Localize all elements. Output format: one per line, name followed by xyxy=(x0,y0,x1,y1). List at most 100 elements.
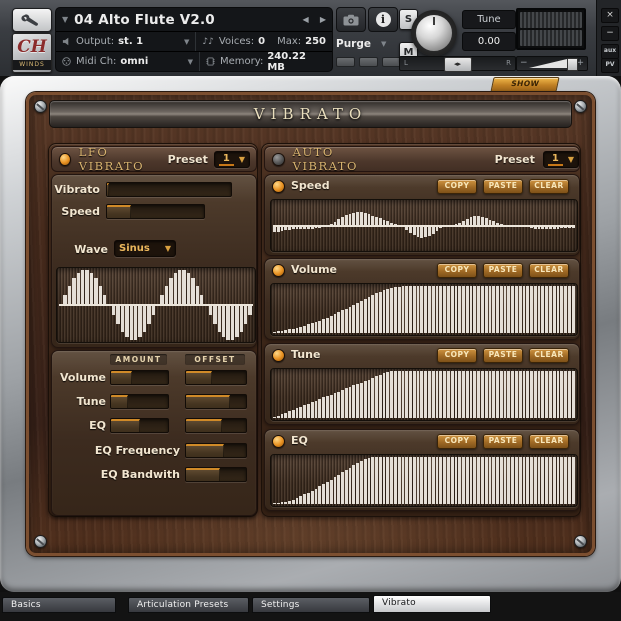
output-select[interactable]: Output: st. 1 ▼ xyxy=(56,32,196,51)
lfo-vibrato-header: LFO VIBRATO Preset 1 ▼ xyxy=(51,146,257,172)
show-values-button[interactable]: SHOW VALUES xyxy=(490,77,559,92)
output-label: Output: xyxy=(76,36,114,47)
midi-value: omni xyxy=(120,56,148,67)
level-meter-right xyxy=(520,30,582,46)
edit-instrument-button[interactable] xyxy=(12,8,52,32)
tab-vibrato[interactable]: Vibrato xyxy=(373,595,491,613)
eq-offset-slider[interactable] xyxy=(185,418,247,433)
lfo-wave-display[interactable] xyxy=(56,267,256,343)
voices-icon: ♪♪ xyxy=(202,37,214,47)
eq-clear-button[interactable]: CLEAR xyxy=(529,434,569,449)
snapshot-camera-button[interactable] xyxy=(336,7,366,32)
pan-left-label: L xyxy=(404,59,408,67)
window-controls-strip: × − aux PV xyxy=(596,0,621,76)
auto-speed-label: Speed xyxy=(291,179,330,192)
tune-value[interactable]: 0.00 xyxy=(462,32,516,51)
tune-paste-button[interactable]: PASTE xyxy=(483,348,523,363)
screw-icon xyxy=(574,535,587,548)
auto-eq-display[interactable] xyxy=(270,454,578,507)
lfo-preset-value: 1 xyxy=(219,153,234,166)
camera-icon xyxy=(343,14,359,26)
page-title: VIBRATO xyxy=(254,105,367,123)
auto-speed-display[interactable] xyxy=(270,199,578,252)
status-segment xyxy=(359,57,378,67)
auto-volume-section: Volume COPY PASTE CLEAR xyxy=(264,258,580,340)
screw-icon xyxy=(34,535,47,548)
lfo-preset-dropdown[interactable]: 1 ▼ xyxy=(214,151,250,168)
auto-speed-led[interactable] xyxy=(272,180,285,193)
auto-eq-label: EQ xyxy=(291,434,308,447)
max-label: Max: xyxy=(277,36,301,47)
tab-basics[interactable]: Basics xyxy=(2,597,116,613)
speed-copy-button[interactable]: COPY xyxy=(437,179,477,194)
pan-slider[interactable]: L R ◂▸ xyxy=(399,56,516,71)
max-voices-value[interactable]: 250 xyxy=(305,36,326,47)
auto-tune-led[interactable] xyxy=(272,349,285,362)
volume-paste-button[interactable]: PASTE xyxy=(483,263,523,278)
info-icon: i xyxy=(376,12,391,27)
output-value: st. 1 xyxy=(118,36,143,47)
minimize-button[interactable]: − xyxy=(601,26,619,41)
tune-copy-button[interactable]: COPY xyxy=(437,348,477,363)
prev-instrument-icon[interactable]: ◀ xyxy=(303,15,309,24)
output-dropdown-icon[interactable]: ▼ xyxy=(184,38,189,46)
auto-speed-section: Speed COPY PASTE CLEAR xyxy=(264,174,580,256)
eq-frequency-offset-slider[interactable] xyxy=(185,443,247,458)
pan-handle[interactable]: ◂▸ xyxy=(444,57,472,72)
pan-right-label: R xyxy=(506,59,511,67)
eq-amount-slider[interactable] xyxy=(110,418,169,433)
midi-dropdown-icon[interactable]: ▼ xyxy=(188,58,193,66)
volume-handle[interactable] xyxy=(567,58,578,71)
volume-clear-button[interactable]: CLEAR xyxy=(529,263,569,278)
auto-preset-dropdown[interactable]: 1 ▼ xyxy=(543,151,579,168)
speed-clear-button[interactable]: CLEAR xyxy=(529,179,569,194)
tune-offset-slider[interactable] xyxy=(185,394,247,409)
auto-volume-led[interactable] xyxy=(272,264,285,277)
midi-channel-select[interactable]: Midi Ch: omni ▼ xyxy=(56,52,200,71)
voices-label: Voices: xyxy=(219,36,254,47)
volume-slider[interactable]: − + xyxy=(516,56,588,71)
aux-button[interactable]: aux xyxy=(601,44,619,59)
instrument-name: 04 Alto Flute V2.0 xyxy=(74,12,294,28)
ch-winds-logo: CH WINDS xyxy=(12,33,52,73)
auto-vibrato-panel: AUTO VIBRATO Preset 1 ▼ Speed COPY PASTE… xyxy=(261,143,581,517)
eq-paste-button[interactable]: PASTE xyxy=(483,434,523,449)
script-tabs-bar: Basics Articulation Presets Settings Vib… xyxy=(0,592,621,621)
eq-copy-button[interactable]: COPY xyxy=(437,434,477,449)
purge-menu[interactable]: Purge ▼ xyxy=(336,36,396,52)
kontakt-window: CH WINDS ▼ 04 Alto Flute V2.0 ◀ ▶ Output… xyxy=(0,0,621,621)
wave-dropdown-icon: ▼ xyxy=(165,244,171,253)
tune-knob[interactable] xyxy=(411,10,457,56)
volume-amount-slider[interactable] xyxy=(110,370,169,385)
midi-icon xyxy=(62,57,71,66)
next-instrument-icon[interactable]: ▶ xyxy=(320,15,326,24)
kontakt-header: CH WINDS ▼ 04 Alto Flute V2.0 ◀ ▶ Output… xyxy=(0,0,621,76)
lfo-controls-subpanel: Vibrato Speed Wave Sinus ▼ xyxy=(51,174,257,348)
eq-bandwith-offset-slider[interactable] xyxy=(185,467,247,482)
tune-amount-slider[interactable] xyxy=(110,394,169,409)
instrument-dropdown-icon[interactable]: ▼ xyxy=(62,15,68,24)
auto-vibrato-led[interactable] xyxy=(272,153,285,166)
wave-value: Sinus xyxy=(119,243,150,254)
auto-volume-display[interactable] xyxy=(270,283,578,336)
close-button[interactable]: × xyxy=(601,8,619,23)
auto-eq-led[interactable] xyxy=(272,435,285,448)
tab-articulation-presets[interactable]: Articulation Presets xyxy=(128,597,249,613)
instrument-info-box: ▼ 04 Alto Flute V2.0 ◀ ▶ Output: st. 1 ▼ xyxy=(55,7,333,72)
instrument-options-button[interactable]: i xyxy=(368,7,398,32)
speed-paste-button[interactable]: PASTE xyxy=(483,179,523,194)
lfo-vibrato-led[interactable] xyxy=(59,153,71,166)
memory-icon xyxy=(206,57,215,66)
auto-vibrato-header: AUTO VIBRATO Preset 1 ▼ xyxy=(264,146,580,172)
auto-tune-display[interactable] xyxy=(270,368,578,421)
lfo-speed-slider[interactable] xyxy=(106,204,205,219)
memory-label: Memory: xyxy=(220,56,263,67)
wave-select[interactable]: Sinus ▼ xyxy=(114,240,176,257)
pv-button[interactable]: PV xyxy=(601,58,619,73)
volume-offset-slider[interactable] xyxy=(185,370,247,385)
volume-copy-button[interactable]: COPY xyxy=(437,263,477,278)
status-segment xyxy=(336,57,355,67)
vibrato-slider[interactable] xyxy=(106,182,232,197)
tab-settings[interactable]: Settings xyxy=(252,597,370,613)
tune-clear-button[interactable]: CLEAR xyxy=(529,348,569,363)
